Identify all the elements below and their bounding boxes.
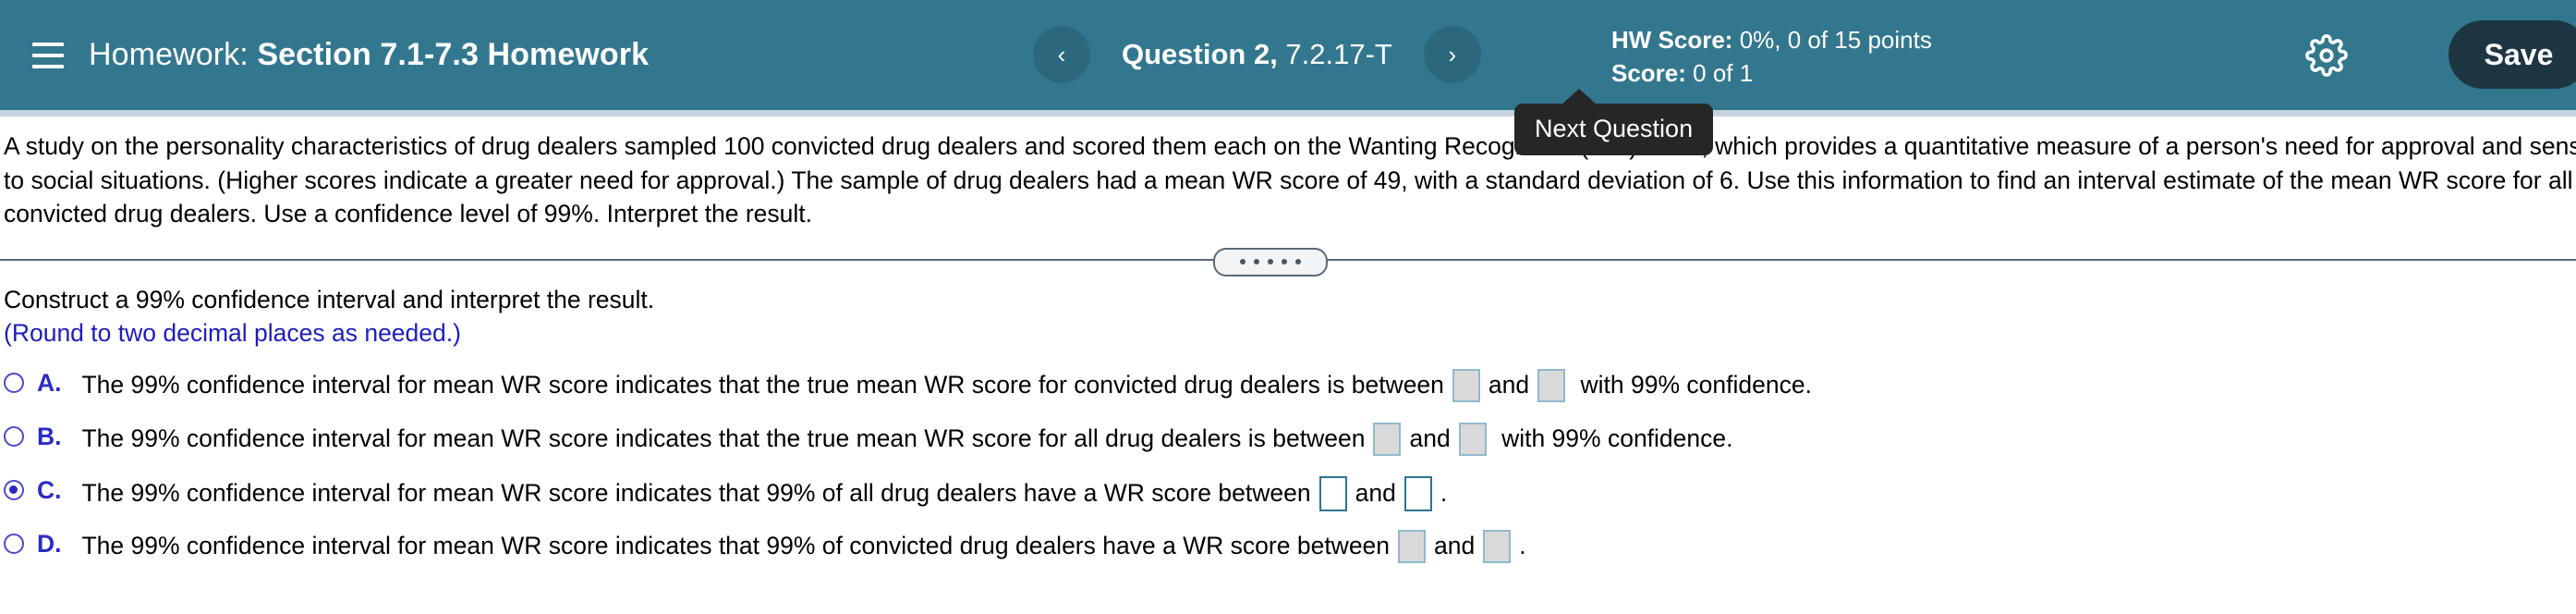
- next-question-tooltip: Next Question: [1514, 89, 1714, 155]
- handle-dot: [1268, 259, 1273, 265]
- choice-text: The 99% confidence interval for mean WR …: [81, 422, 1733, 456]
- handle-dot: [1295, 259, 1301, 265]
- choice-letter: B.: [37, 422, 62, 450]
- answer-input-2[interactable]: [1483, 529, 1512, 563]
- hw-score-value: 0%, 0 of 15 points: [1732, 26, 1932, 54]
- choice-text-segment: The 99% confidence interval for mean WR …: [81, 424, 1366, 453]
- choice-text-segment: and: [1355, 479, 1396, 508]
- answer-input-1[interactable]: [1398, 529, 1427, 563]
- hamburger-bar: [32, 64, 64, 68]
- answer-input-2[interactable]: [1537, 368, 1566, 402]
- choice-letter: D.: [37, 529, 62, 558]
- question-body: A study on the personality characteristi…: [0, 117, 2576, 231]
- choice-text-segment: .: [1519, 532, 1526, 560]
- question-line: A study on the personality characteristi…: [4, 132, 2576, 160]
- choice-text: The 99% confidence interval for mean WR …: [81, 529, 1526, 563]
- choice-text-segment: The 99% confidence interval for mean WR …: [81, 479, 1311, 508]
- choice-text-segment: and: [1488, 371, 1530, 399]
- answer-choices: A. The 99% confidence interval for mean W…: [0, 350, 2576, 580]
- gear-icon[interactable]: [2304, 33, 2349, 78]
- handle-dot: [1254, 259, 1259, 265]
- question-code: 7.2.17-T: [1277, 38, 1392, 70]
- choice-text-segment: The 99% confidence interval for mean WR …: [81, 371, 1444, 399]
- choice-letter: A.: [37, 368, 62, 397]
- answer-input-2[interactable]: [1458, 422, 1487, 456]
- choice-text-segment: .: [1440, 479, 1448, 508]
- homework-title: Homework: Section 7.1-7.3 Homework: [89, 37, 649, 73]
- question-content: A study on the personality characteristi…: [0, 117, 2576, 580]
- app-header: Homework: Section 7.1-7.3 Homework ‹ Que…: [0, 0, 2576, 110]
- choice-text: The 99% confidence interval for mean WR …: [81, 368, 1812, 402]
- answer-prompt: Construct a 99% confidence interval and …: [0, 274, 2576, 350]
- question-navigation: ‹ Question 2, 7.2.17-T ›: [1033, 26, 1481, 83]
- answer-input-1[interactable]: [1318, 475, 1347, 511]
- question-number: Question 2,: [1122, 38, 1278, 70]
- answer-input-2[interactable]: [1403, 475, 1432, 511]
- choice-text-segment: and: [1434, 532, 1476, 560]
- choice-text: The 99% confidence interval for mean WR …: [81, 475, 1448, 511]
- choice-text-segment: and: [1409, 424, 1451, 453]
- choice-text-segment: with 99% confidence.: [1574, 371, 1812, 399]
- hw-score-label: HW Score:: [1611, 26, 1733, 54]
- radio-c[interactable]: [4, 479, 24, 500]
- question-score-row: Score: 0 of 1: [1611, 57, 1932, 91]
- score-label: Score:: [1611, 58, 1686, 87]
- answer-choice-a[interactable]: A. The 99% confidence interval for mean W…: [4, 365, 2576, 419]
- homework-title-prefix: Homework:: [89, 37, 258, 72]
- question-line: convicted drug dealers. Use a confidence…: [4, 200, 812, 228]
- answer-choice-d[interactable]: D. The 99% confidence interval for mean W…: [4, 526, 2576, 580]
- next-question-button[interactable]: ›: [1423, 26, 1481, 83]
- hamburger-bar: [32, 53, 64, 57]
- choice-letter: C.: [37, 475, 62, 504]
- previous-question-button[interactable]: ‹: [1033, 26, 1090, 83]
- answer-input-1[interactable]: [1452, 368, 1480, 402]
- choice-text-segment: with 99% confidence.: [1494, 424, 1733, 453]
- resizable-divider: [0, 246, 2576, 276]
- prompt-instruction: Construct a 99% confidence interval and …: [4, 285, 655, 313]
- hamburger-bar: [32, 42, 64, 46]
- score-summary: HW Score: 0%, 0 of 15 points Score: 0 of…: [1611, 24, 1932, 91]
- header-underline: [0, 110, 2576, 117]
- prompt-rounding-hint: (Round to two decimal places as needed.): [4, 319, 461, 348]
- hw-score-row: HW Score: 0%, 0 of 15 points: [1611, 24, 1932, 57]
- hamburger-menu-icon[interactable]: [28, 35, 68, 76]
- radio-b[interactable]: [4, 425, 24, 447]
- divider-drag-handle[interactable]: [1213, 247, 1328, 276]
- radio-a[interactable]: [4, 372, 24, 393]
- choice-text-segment: The 99% confidence interval for mean WR …: [81, 532, 1391, 560]
- handle-dot: [1282, 259, 1287, 265]
- handle-dot: [1240, 259, 1245, 265]
- save-button[interactable]: Save: [2448, 20, 2576, 89]
- answer-choice-c[interactable]: C. The 99% confidence interval for mean W…: [4, 473, 2576, 526]
- homework-title-name: Section 7.1-7.3 Homework: [257, 37, 650, 72]
- radio-d[interactable]: [4, 533, 24, 554]
- question-label: Question 2, 7.2.17-T: [1122, 38, 1392, 71]
- question-line: to social situations. (Higher scores ind…: [4, 166, 2573, 194]
- score-value: 0 of 1: [1685, 58, 1754, 87]
- answer-input-1[interactable]: [1373, 422, 1402, 456]
- answer-choice-b[interactable]: B. The 99% confidence interval for mean W…: [4, 419, 2576, 473]
